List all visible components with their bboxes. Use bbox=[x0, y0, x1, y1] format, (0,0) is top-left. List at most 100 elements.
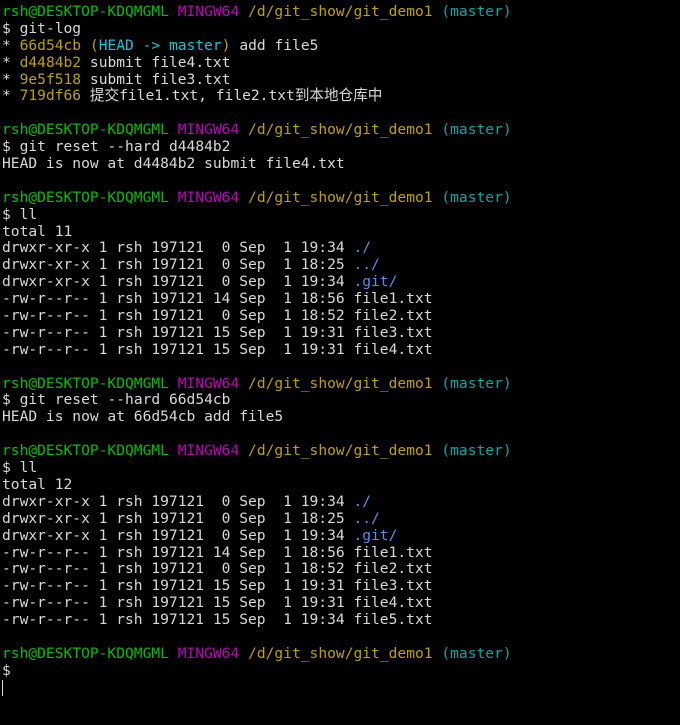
listing-row: -rw-r--r-- 1 rsh 197121 15 Sep 1 19:31 f… bbox=[2, 323, 680, 342]
prompt-env: MINGW64 bbox=[177, 121, 240, 139]
prompt-symbol: $ bbox=[2, 459, 11, 477]
directory-name: ../ bbox=[353, 256, 380, 274]
file-name: file3.txt bbox=[353, 577, 433, 595]
graph-star: * bbox=[2, 53, 11, 71]
prompt-path: /d/git_show/git_demo1 bbox=[248, 121, 433, 139]
prompt-path: /d/git_show/git_demo1 bbox=[248, 188, 433, 206]
commit-message: add file5 bbox=[239, 36, 319, 54]
listing-row: -rw-r--r-- 1 rsh 197121 15 Sep 1 19:31 f… bbox=[2, 594, 680, 612]
file-meta: drwxr-xr-x 1 rsh 197121 0 Sep 1 19:34 bbox=[2, 239, 354, 257]
prompt-path: /d/git_show/git_demo1 bbox=[248, 3, 433, 20]
graph-star: * bbox=[2, 70, 11, 88]
listing-row: drwxr-xr-x 1 rsh 197121 0 Sep 1 19:34 .g… bbox=[2, 273, 680, 291]
directory-name: ../ bbox=[353, 509, 380, 527]
ref-head-label: HEAD -> master bbox=[98, 36, 222, 54]
prompt-user: rsh@DESKTOP-KDQMGML bbox=[2, 374, 169, 392]
listing-row: -rw-r--r-- 1 rsh 197121 0 Sep 1 18:52 fi… bbox=[2, 560, 680, 578]
ref-paren-close: ) bbox=[221, 36, 231, 54]
command-text[interactable]: ll bbox=[20, 206, 38, 223]
file-name: file1.txt bbox=[353, 543, 433, 561]
directory-name: .git/ bbox=[353, 273, 398, 291]
prompt-line: rsh@DESKTOP-KDQMGML MINGW64 /d/git_show/… bbox=[2, 644, 680, 663]
command-text[interactable]: git reset --hard d4484b2 bbox=[20, 138, 231, 155]
prompt-line: rsh@DESKTOP-KDQMGML MINGW64 /d/git_show/… bbox=[2, 188, 680, 207]
directory-name: ./ bbox=[353, 492, 372, 510]
prompt-branch: (master) bbox=[441, 374, 512, 392]
prompt-branch: (master) bbox=[441, 442, 512, 460]
output-line: HEAD is now at 66d54cb add file5 bbox=[2, 408, 680, 426]
command-line: $ bbox=[2, 662, 680, 680]
listing-total: total 11 bbox=[2, 222, 680, 241]
file-meta: drwxr-xr-x 1 rsh 197121 0 Sep 1 18:25 bbox=[2, 509, 354, 527]
command-line: $ ll bbox=[2, 205, 680, 224]
listing-row: -rw-r--r-- 1 rsh 197121 15 Sep 1 19:31 f… bbox=[2, 341, 680, 359]
log-entry: * 9e5f518 submit file3.txt bbox=[2, 70, 680, 89]
file-meta: drwxr-xr-x 1 rsh 197121 0 Sep 1 19:34 bbox=[2, 492, 354, 510]
directory-name: .git/ bbox=[353, 526, 398, 544]
file-meta: -rw-r--r-- 1 rsh 197121 15 Sep 1 19:31 bbox=[2, 594, 354, 612]
prompt-env: MINGW64 bbox=[177, 188, 240, 206]
listing-row: drwxr-xr-x 1 rsh 197121 0 Sep 1 19:34 .g… bbox=[2, 526, 680, 545]
file-meta: -rw-r--r-- 1 rsh 197121 15 Sep 1 19:31 bbox=[2, 323, 354, 341]
prompt-user: rsh@DESKTOP-KDQMGML bbox=[2, 442, 169, 460]
file-meta: drwxr-xr-x 1 rsh 197121 0 Sep 1 18:25 bbox=[2, 256, 354, 274]
listing-row: drwxr-xr-x 1 rsh 197121 0 Sep 1 19:34 ./ bbox=[2, 240, 680, 257]
command-text[interactable]: ll bbox=[20, 459, 38, 476]
file-meta: drwxr-xr-x 1 rsh 197121 0 Sep 1 19:34 bbox=[2, 526, 354, 544]
prompt-user: rsh@DESKTOP-KDQMGML bbox=[2, 644, 169, 662]
listing-row: drwxr-xr-x 1 rsh 197121 0 Sep 1 18:25 ..… bbox=[2, 256, 680, 274]
command-text[interactable]: git reset --hard 66d54cb bbox=[20, 391, 231, 409]
file-name: file3.txt bbox=[353, 323, 433, 341]
prompt-line: rsh@DESKTOP-KDQMGML MINGW64 /d/git_show/… bbox=[2, 3, 680, 21]
file-name: file2.txt bbox=[353, 560, 433, 578]
command-line: $ git reset --hard d4484b2 bbox=[2, 138, 680, 156]
output-text: HEAD is now at d4484b2 submit file4.txt bbox=[2, 155, 345, 173]
prompt-env: MINGW64 bbox=[177, 374, 240, 392]
listing-row: -rw-r--r-- 1 rsh 197121 14 Sep 1 18:56 f… bbox=[2, 290, 680, 308]
listing-row: -rw-r--r-- 1 rsh 197121 14 Sep 1 18:56 f… bbox=[2, 543, 680, 562]
command-line: $ git reset --hard 66d54cb bbox=[2, 392, 680, 409]
terminal-window[interactable]: rsh@DESKTOP-KDQMGML MINGW64 /d/git_show/… bbox=[0, 0, 680, 725]
file-meta: -rw-r--r-- 1 rsh 197121 0 Sep 1 18:52 bbox=[2, 307, 354, 325]
commit-message: submit file3.txt bbox=[89, 70, 231, 88]
prompt-env: MINGW64 bbox=[177, 644, 240, 662]
listing-row: drwxr-xr-x 1 rsh 197121 0 Sep 1 18:25 ..… bbox=[2, 509, 680, 528]
text-cursor[interactable] bbox=[2, 679, 3, 696]
prompt-branch: (master) bbox=[441, 3, 512, 20]
prompt-line: rsh@DESKTOP-KDQMGML MINGW64 /d/git_show/… bbox=[2, 374, 680, 393]
listing-row: drwxr-xr-x 1 rsh 197121 0 Sep 1 19:34 ./ bbox=[2, 492, 680, 511]
commit-message: submit file4.txt bbox=[89, 53, 231, 71]
prompt-path: /d/git_show/git_demo1 bbox=[248, 442, 433, 460]
prompt-line: rsh@DESKTOP-KDQMGML MINGW64 /d/git_show/… bbox=[2, 121, 680, 139]
prompt-branch: (master) bbox=[441, 188, 512, 206]
listing-row: -rw-r--r-- 1 rsh 197121 15 Sep 1 19:34 f… bbox=[2, 611, 680, 629]
graph-star: * bbox=[2, 36, 11, 54]
listing-total: total 12 bbox=[2, 475, 680, 494]
commit-hash: d4484b2 bbox=[19, 53, 82, 71]
prompt-user: rsh@DESKTOP-KDQMGML bbox=[2, 3, 169, 20]
commit-hash: 719df66 bbox=[19, 87, 82, 105]
prompt-symbol: $ bbox=[2, 138, 11, 156]
prompt-user: rsh@DESKTOP-KDQMGML bbox=[2, 188, 169, 206]
prompt-line: rsh@DESKTOP-KDQMGML MINGW64 /d/git_show/… bbox=[2, 442, 680, 460]
file-meta: -rw-r--r-- 1 rsh 197121 0 Sep 1 18:52 bbox=[2, 560, 354, 578]
log-entry: * 719df66 提交file1.txt, file2.txt到本地仓库中 bbox=[2, 88, 680, 105]
total-text: total 11 bbox=[2, 222, 73, 240]
log-entry: * 66d54cb (HEAD -> master) add file5 bbox=[2, 36, 680, 55]
prompt-path: /d/git_show/git_demo1 bbox=[248, 374, 433, 392]
total-text: total 12 bbox=[2, 475, 73, 493]
graph-star: * bbox=[2, 87, 11, 105]
prompt-env: MINGW64 bbox=[177, 442, 240, 460]
command-text[interactable]: git-log bbox=[20, 20, 82, 37]
prompt-symbol: $ bbox=[2, 205, 11, 223]
output-text: HEAD is now at 66d54cb add file5 bbox=[2, 408, 284, 426]
file-meta: -rw-r--r-- 1 rsh 197121 15 Sep 1 19:31 bbox=[2, 577, 354, 595]
file-name: file5.txt bbox=[353, 611, 433, 629]
prompt-user: rsh@DESKTOP-KDQMGML bbox=[2, 121, 169, 139]
directory-name: ./ bbox=[353, 239, 372, 257]
